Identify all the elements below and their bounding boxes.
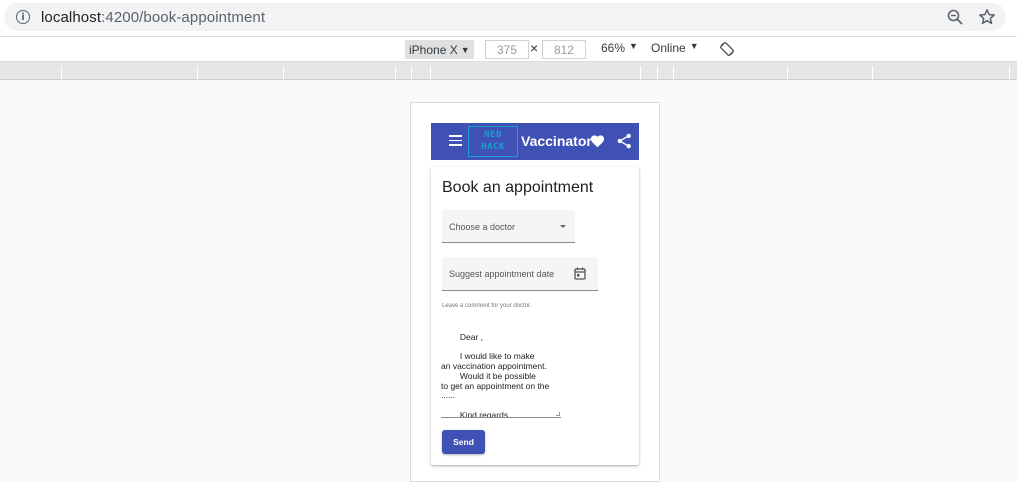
ruler-tick <box>872 66 873 80</box>
ruler-tick <box>411 66 412 80</box>
device-select[interactable]: iPhone X ▼ <box>405 40 474 59</box>
ruler-tick <box>395 66 396 80</box>
media-query-ruler <box>0 62 1017 80</box>
share-icon[interactable] <box>617 133 632 149</box>
chevron-down-icon <box>560 225 566 228</box>
device-viewport: NED HACK Vaccinator Book an appointment … <box>410 102 660 482</box>
viewport-height-input[interactable]: 812 <box>542 40 586 59</box>
ruler-tick <box>1009 66 1010 80</box>
comment-label: Leave a comment for your doctor. <box>442 303 532 309</box>
device-toolbar: iPhone X ▼ 375 × 812 66% ▼ Online ▼ <box>0 36 1017 62</box>
chevron-down-icon: ▼ <box>689 41 699 51</box>
ruler-tick <box>430 66 431 80</box>
url-path: :4200/book-appointment <box>101 8 266 26</box>
zoom-icon[interactable] <box>946 8 964 26</box>
url-text[interactable]: localhost:4200/book-appointment <box>41 9 265 26</box>
comment-textarea[interactable]: Dear , I would like to make an vaccinati… <box>441 313 561 418</box>
ruler-tick <box>640 66 641 80</box>
ruler-tick <box>61 66 62 80</box>
star-icon[interactable] <box>978 8 996 26</box>
viewport-width-input[interactable]: 375 <box>485 40 529 59</box>
resize-handle-icon[interactable] <box>556 412 560 416</box>
device-name: iPhone X <box>409 42 458 57</box>
logo-line-1: NED <box>484 130 502 140</box>
address-bar-actions <box>946 8 996 26</box>
doctor-select-placeholder: Choose a doctor <box>449 222 516 232</box>
send-button[interactable]: Send <box>442 430 485 454</box>
app-title: Vaccinator <box>521 133 592 149</box>
chevron-down-icon: ▼ <box>629 41 638 51</box>
logo-line-2: HACK <box>481 142 505 152</box>
url-host: localhost <box>41 8 102 26</box>
browser-address-row: i localhost:4200/book-appointment <box>0 0 1017 36</box>
appointment-card: Book an appointment Choose a doctor Sugg… <box>431 167 639 465</box>
app-logo: NED HACK <box>468 126 518 157</box>
doctor-select[interactable]: Choose a doctor <box>442 210 575 243</box>
dimension-times: × <box>530 40 539 56</box>
rotate-icon[interactable] <box>719 41 735 57</box>
appointment-date-input[interactable]: Suggest appointment date <box>442 257 598 291</box>
info-icon[interactable]: i <box>16 10 30 24</box>
ruler-tick <box>657 66 658 80</box>
ruler-tick <box>283 66 284 80</box>
throttle-value: Online <box>651 41 686 55</box>
date-placeholder: Suggest appointment date <box>449 269 555 279</box>
menu-icon[interactable] <box>449 135 462 147</box>
zoom-select[interactable]: 66% ▼ <box>601 41 638 55</box>
calendar-icon[interactable] <box>574 267 586 280</box>
heart-icon[interactable] <box>590 134 605 148</box>
ruler-tick <box>787 66 788 80</box>
address-bar[interactable]: i localhost:4200/book-appointment <box>4 3 1006 31</box>
ruler-tick <box>197 66 198 80</box>
chevron-down-icon: ▼ <box>460 44 470 55</box>
comment-text: Dear , I would like to make an vaccinati… <box>441 331 550 418</box>
zoom-value: 66% <box>601 41 626 55</box>
throttle-select[interactable]: Online ▼ <box>651 41 699 55</box>
ruler-tick <box>673 66 674 80</box>
app-toolbar: NED HACK Vaccinator <box>431 123 639 160</box>
page-title: Book an appointment <box>442 179 594 196</box>
